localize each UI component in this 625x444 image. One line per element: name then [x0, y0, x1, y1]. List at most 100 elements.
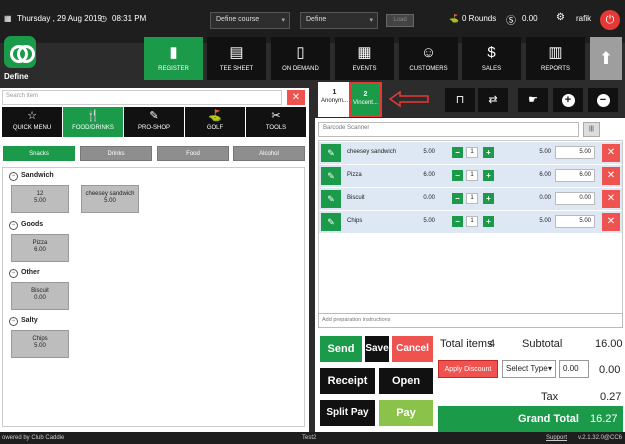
terminal-name: Test2 — [302, 435, 317, 441]
customer-tab-2[interactable]: 2 Vincent... — [349, 82, 382, 117]
power-icon[interactable]: ⏻ — [600, 10, 620, 30]
nav-on-demand[interactable]: ▯ ON DEMAND — [271, 37, 330, 80]
search-input[interactable]: Search item — [2, 90, 282, 105]
menu-item[interactable]: 12 5.00 — [11, 185, 69, 213]
group-header[interactable]: − Salty — [9, 317, 38, 326]
order-row[interactable]: ✎ cheesey sandwich 5.00 − 1 + 5.00 5.00 … — [319, 142, 622, 164]
prep-instructions-input[interactable]: Add preparation instructions — [318, 313, 623, 328]
qty-field[interactable]: 1 — [466, 170, 478, 181]
subtab-alcohol[interactable]: Alcohol — [233, 146, 305, 161]
decrease-qty-button[interactable]: − — [452, 170, 463, 181]
nav-register[interactable]: ▮ REGISTER — [144, 37, 203, 80]
increase-qty-button[interactable]: + — [483, 147, 494, 158]
category-golf[interactable]: ⛳ GOLF — [185, 107, 245, 137]
date-label: Thursday , 29 Aug 2019 — [17, 14, 102, 23]
define-select[interactable]: Define — [300, 12, 378, 29]
category-quick-menu[interactable]: ☆ QUICK MENU — [2, 107, 62, 137]
subtab-food[interactable]: Food — [157, 146, 229, 161]
time-label: 08:31 PM — [112, 14, 147, 23]
receipt-button[interactable]: Receipt — [320, 368, 375, 394]
nav-events[interactable]: ▦ EVENTS — [335, 37, 394, 80]
scanner-icon: ▮ — [169, 44, 178, 61]
remove-line-button[interactable]: ✕ — [602, 144, 620, 162]
category-food-drinks[interactable]: 🍴 FOOD/DRINKS — [63, 107, 123, 137]
decrease-qty-button[interactable]: − — [452, 147, 463, 158]
line-total-field[interactable]: 5.00 — [555, 146, 595, 159]
menu-item[interactable]: cheesey sandwich 5.00 — [81, 185, 139, 213]
line-total-field[interactable]: 0.00 — [555, 192, 595, 205]
total-items-count: 4 — [489, 338, 496, 350]
food-icon: 🍴 — [86, 110, 100, 122]
table-icon[interactable]: ⊓ — [445, 88, 475, 112]
category-tools[interactable]: ✂ TOOLS — [246, 107, 306, 137]
move-icon[interactable]: ☛ — [518, 88, 548, 112]
collapse-icon: − — [9, 172, 18, 181]
barcode-input[interactable]: Barcode Scanner — [318, 122, 579, 137]
pencil-icon[interactable]: ✎ — [321, 144, 341, 162]
pencil-icon[interactable]: ✎ — [321, 190, 341, 208]
subtab-drinks[interactable]: Drinks — [80, 146, 152, 161]
increase-qty-button[interactable]: + — [483, 193, 494, 204]
group-header[interactable]: − Other — [9, 269, 40, 278]
increase-qty-button[interactable]: + — [483, 170, 494, 181]
apply-discount-button[interactable]: Apply Discount — [438, 360, 498, 378]
user-label[interactable]: rafik — [576, 14, 591, 23]
qty-field[interactable]: 1 — [466, 216, 478, 227]
barcode-icon[interactable]: ||| — [583, 122, 600, 137]
remove-line-button[interactable]: ✕ — [602, 190, 620, 208]
nav-reports[interactable]: ▥ REPORTS — [526, 37, 585, 80]
line-total-field[interactable]: 5.00 — [555, 215, 595, 228]
version-label: v.2.1.32.0@CC6 — [578, 435, 623, 441]
support-link[interactable]: Support — [546, 435, 567, 441]
menu-item[interactable]: Biscuit 0.00 — [11, 282, 69, 310]
group-header[interactable]: − Sandwich — [9, 172, 54, 181]
remove-line-button[interactable]: ✕ — [602, 213, 620, 231]
item-panel: Search item ✕ ☆ QUICK MENU 🍴 FOOD/DRINKS ✎… — [0, 88, 309, 432]
cancel-button[interactable]: Cancel — [392, 336, 433, 362]
menu-item[interactable]: Pizza 6.00 — [11, 234, 69, 262]
nav-sales[interactable]: $ SALES — [462, 37, 521, 80]
shop-icon: ✎ — [149, 110, 159, 122]
remove-tab-button[interactable]: − — [588, 88, 618, 112]
golfer-icon: ⛳ — [449, 14, 459, 23]
clear-search-button[interactable]: ✕ — [287, 90, 305, 105]
up-arrow-icon[interactable]: ⬆ — [590, 37, 622, 80]
send-button[interactable]: Send — [320, 336, 362, 362]
tools-icon: ✂ — [271, 110, 281, 122]
add-tab-button[interactable]: + — [553, 88, 583, 112]
save-button[interactable]: Save — [365, 336, 389, 362]
pay-button[interactable]: Pay — [379, 400, 433, 426]
pencil-icon[interactable]: ✎ — [321, 213, 341, 231]
course-select[interactable]: Define course — [210, 12, 290, 29]
menu-item[interactable]: Chips 5.00 — [11, 330, 69, 358]
load-button[interactable]: Load — [386, 14, 414, 27]
qty-field[interactable]: 1 — [466, 147, 478, 158]
category-pro-shop[interactable]: ✎ PRO-SHOP — [124, 107, 184, 137]
order-row[interactable]: ✎ Chips 5.00 − 1 + 5.00 5.00 ✕ — [319, 211, 622, 233]
nav-customers[interactable]: ☺ CUSTOMERS — [399, 37, 458, 80]
order-row[interactable]: ✎ Biscuit 0.00 − 1 + 0.00 0.00 ✕ — [319, 188, 622, 210]
logo — [4, 36, 36, 68]
discount-value-field[interactable]: 0.00 — [559, 360, 589, 378]
open-button[interactable]: Open — [379, 368, 433, 394]
brand-name: Define — [4, 72, 29, 81]
split-pay-button[interactable]: Split Pay — [320, 400, 375, 426]
line-total-field[interactable]: 6.00 — [555, 169, 595, 182]
decrease-qty-button[interactable]: − — [452, 216, 463, 227]
gear-icon[interactable]: ⚙ — [556, 12, 565, 23]
group-header[interactable]: − Goods — [9, 221, 43, 230]
decrease-qty-button[interactable]: − — [452, 193, 463, 204]
remove-line-button[interactable]: ✕ — [602, 167, 620, 185]
plus-icon: + — [561, 94, 575, 107]
pencil-icon[interactable]: ✎ — [321, 167, 341, 185]
subtab-snacks[interactable]: Snacks — [3, 146, 75, 161]
customer-tab-1[interactable]: 1 Anonym... — [318, 82, 351, 117]
discount-type-select[interactable]: Select Type ▾ — [502, 360, 556, 378]
powered-by: owered by Club Caddie — [2, 435, 65, 441]
transfer-icon[interactable]: ⇄ — [478, 88, 508, 112]
collapse-icon: − — [9, 221, 18, 230]
nav-tee-sheet[interactable]: ▤ TEE SHEET — [207, 37, 266, 80]
order-row[interactable]: ✎ Pizza 6.00 − 1 + 6.00 6.00 ✕ — [319, 165, 622, 187]
qty-field[interactable]: 1 — [466, 193, 478, 204]
increase-qty-button[interactable]: + — [483, 216, 494, 227]
